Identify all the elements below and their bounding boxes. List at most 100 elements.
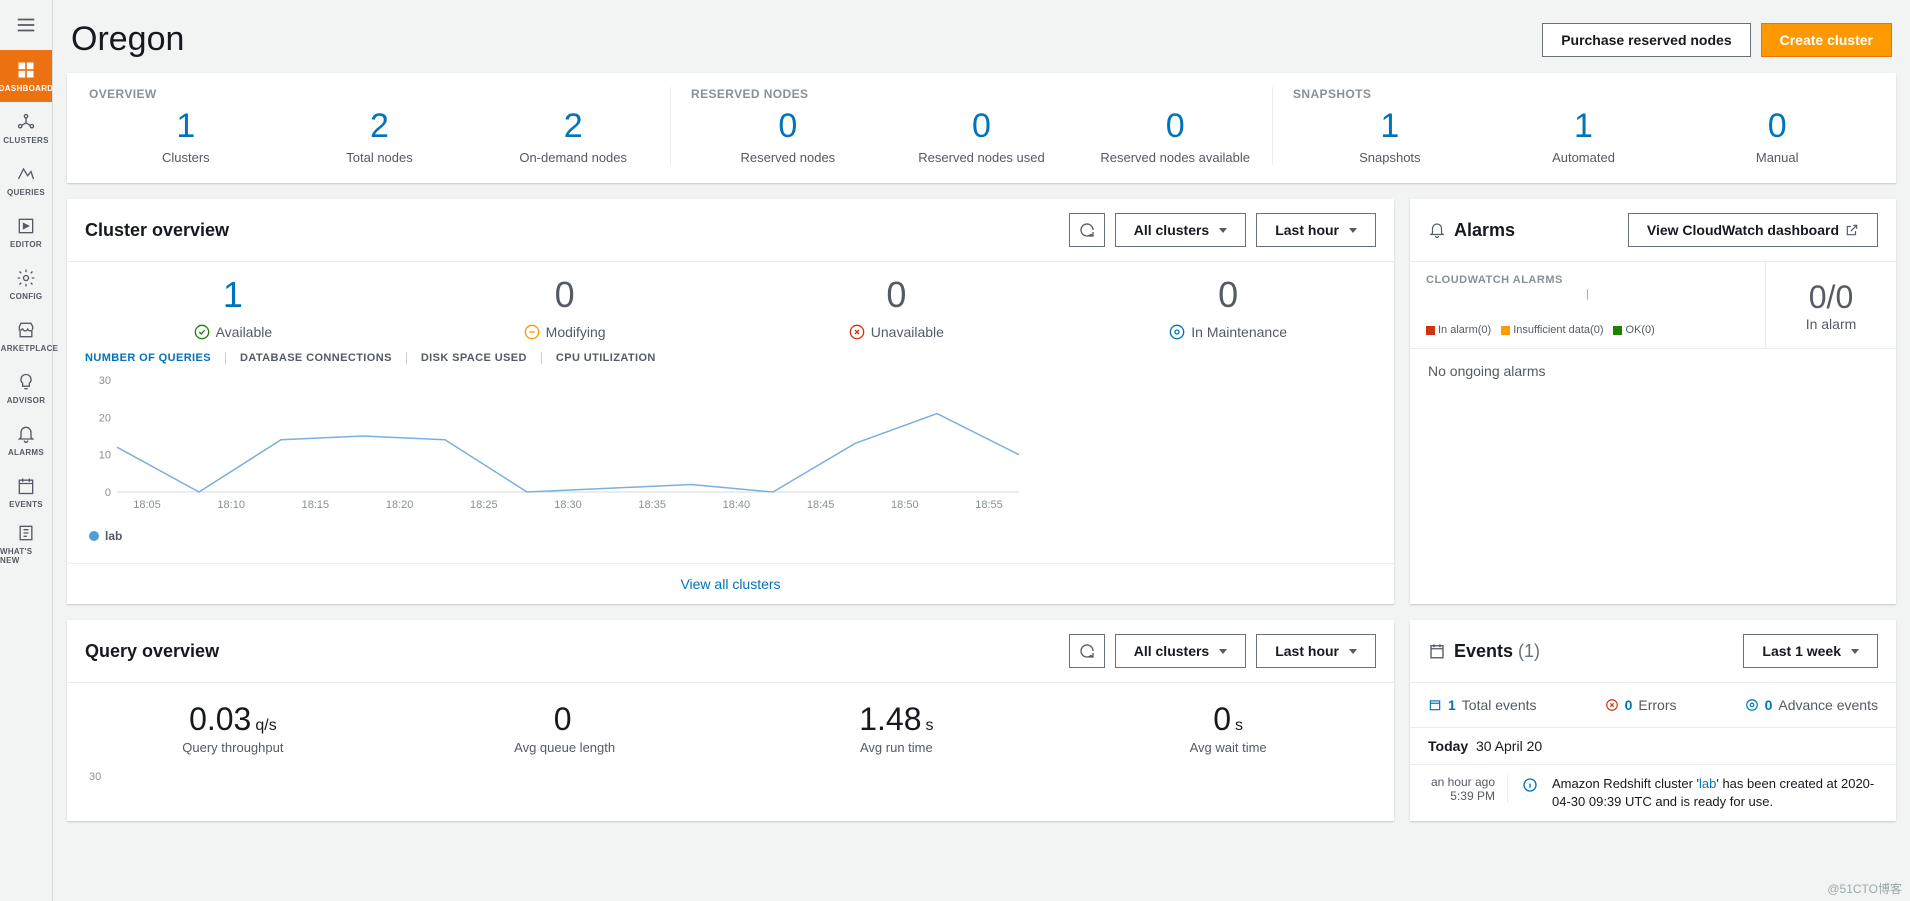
cluster-overview-card: Cluster overview All clusters Last hour … (67, 199, 1394, 604)
nav-label: WHAT'S NEW (0, 547, 52, 565)
side-nav: DASHBOARD CLUSTERS QUERIES EDITOR CONFIG… (0, 0, 53, 901)
events-title: Events (1454, 641, 1513, 661)
available-count[interactable]: 1 (223, 274, 243, 316)
event-cluster-link[interactable]: lab (1699, 776, 1716, 791)
time-filter[interactable]: Last hour (1256, 213, 1376, 247)
nav-label: EVENTS (9, 500, 43, 509)
advance-events-link[interactable]: 0Advance events (1745, 697, 1878, 713)
cap: Advance events (1778, 697, 1878, 713)
cap: Total nodes (346, 150, 413, 165)
error-icon (1605, 698, 1619, 712)
megaphone-icon (16, 523, 36, 543)
nav-config[interactable]: CONFIG (0, 258, 52, 310)
tab-cpu[interactable]: CPU UTILIZATION (556, 352, 656, 364)
reserved-available[interactable]: 0 (1166, 107, 1185, 146)
cluster-overview-title: Cluster overview (85, 220, 229, 241)
tab-queries[interactable]: NUMBER OF QUERIES (85, 352, 226, 364)
total-nodes[interactable]: 2 (370, 107, 389, 146)
cw-alarms-label: CLOUDWATCH ALARMS (1426, 274, 1749, 286)
view-cloudwatch-button[interactable]: View CloudWatch dashboard (1628, 213, 1878, 247)
svg-text:0: 0 (105, 487, 111, 499)
total-events-link[interactable]: 1Total events (1428, 697, 1537, 713)
cap: Automated (1552, 150, 1615, 165)
hamburger-icon (15, 14, 37, 36)
cluster-filter[interactable]: All clusters (1115, 213, 1246, 247)
nav-label: MARKETPLACE (0, 344, 58, 353)
purchase-reserved-nodes-button[interactable]: Purchase reserved nodes (1542, 23, 1750, 57)
snapshots[interactable]: 1 (1380, 107, 1399, 146)
throughput: 0.03 (189, 701, 251, 737)
svg-text:18:50: 18:50 (891, 499, 919, 511)
cluster-filter[interactable]: All clusters (1115, 634, 1246, 668)
snapshots-automated[interactable]: 1 (1574, 107, 1593, 146)
label: Modifying (546, 324, 606, 340)
cap: Manual (1756, 150, 1799, 165)
calendar-icon (16, 476, 36, 496)
label: In Maintenance (1191, 324, 1287, 340)
events-card: Events (1) Last 1 week 1Total events 0Er… (1410, 620, 1896, 821)
page-title: Oregon (71, 20, 184, 59)
external-link-icon (1845, 223, 1859, 237)
create-cluster-button[interactable]: Create cluster (1761, 23, 1892, 57)
bell-icon (16, 424, 36, 444)
events-time-filter[interactable]: Last 1 week (1743, 634, 1878, 668)
nav-advisor[interactable]: ADVISOR (0, 362, 52, 414)
cap: Snapshots (1359, 150, 1420, 165)
unavailable-count: 0 (886, 274, 906, 316)
summary-reserved-head: RESERVED NODES (691, 87, 1272, 101)
nav-label: ALARMS (8, 448, 44, 457)
summary-card: OVERVIEW 1Clusters 2Total nodes 2On-dema… (67, 73, 1896, 183)
nav-editor[interactable]: EDITOR (0, 206, 52, 258)
time-filter[interactable]: Last hour (1256, 634, 1376, 668)
nav-clusters[interactable]: CLUSTERS (0, 102, 52, 154)
refresh-button[interactable] (1069, 634, 1105, 668)
ytick-partial: 30 (89, 771, 101, 783)
label: All clusters (1134, 222, 1209, 238)
unit: s (1235, 717, 1243, 734)
nav-label: CLUSTERS (3, 136, 49, 145)
label: Last hour (1275, 643, 1339, 659)
nav-dashboard[interactable]: DASHBOARD (0, 50, 52, 102)
unit: q/s (255, 717, 276, 734)
reserved-nodes[interactable]: 0 (778, 107, 797, 146)
view-all-clusters-link[interactable]: View all clusters (67, 563, 1394, 604)
nav-label: EDITOR (10, 240, 42, 249)
snapshots-manual[interactable]: 0 (1768, 107, 1787, 146)
maintenance-icon (1169, 324, 1185, 340)
dashboard-icon (16, 60, 36, 80)
alarm-count: 0/0 (1809, 279, 1853, 316)
svg-text:10: 10 (99, 450, 111, 462)
label: Available (216, 324, 273, 340)
svg-text:18:55: 18:55 (975, 499, 1003, 511)
cap: On-demand nodes (519, 150, 627, 165)
legend-dot-icon (89, 531, 99, 541)
clusters-count[interactable]: 1 (176, 107, 195, 146)
tab-db-connections[interactable]: DATABASE CONNECTIONS (240, 352, 407, 364)
nav-whatsnew[interactable]: WHAT'S NEW (0, 518, 52, 570)
query-overview-title: Query overview (85, 641, 219, 662)
svg-text:18:40: 18:40 (723, 499, 751, 511)
nav-queries[interactable]: QUERIES (0, 154, 52, 206)
legend-label: lab (105, 529, 122, 543)
calendar-icon (1428, 698, 1442, 712)
wait-time: 0 (1213, 701, 1231, 737)
event-text-pre: Amazon Redshift cluster ' (1552, 776, 1699, 791)
menu-toggle[interactable] (0, 0, 52, 50)
reserved-used[interactable]: 0 (972, 107, 991, 146)
refresh-button[interactable] (1069, 213, 1105, 247)
event-row: an hour ago5:39 PM Amazon Redshift clust… (1410, 765, 1896, 821)
errors-link[interactable]: 0Errors (1605, 697, 1677, 713)
advisor-icon (16, 372, 36, 392)
editor-icon (16, 216, 36, 236)
svg-text:30: 30 (99, 375, 111, 387)
watermark: @51CTO博客 (1827, 880, 1902, 897)
query-overview-card: Query overview All clusters Last hour 0.… (67, 620, 1394, 821)
svg-text:18:05: 18:05 (133, 499, 161, 511)
nav-alarms[interactable]: ALARMS (0, 414, 52, 466)
queries-chart: 010203018:0518:1018:1518:2018:2518:3018:… (89, 374, 1029, 514)
ondemand-nodes[interactable]: 2 (564, 107, 583, 146)
cap: Reserved nodes available (1100, 150, 1250, 165)
nav-marketplace[interactable]: MARKETPLACE (0, 310, 52, 362)
nav-events[interactable]: EVENTS (0, 466, 52, 518)
tab-disk[interactable]: DISK SPACE USED (421, 352, 542, 364)
